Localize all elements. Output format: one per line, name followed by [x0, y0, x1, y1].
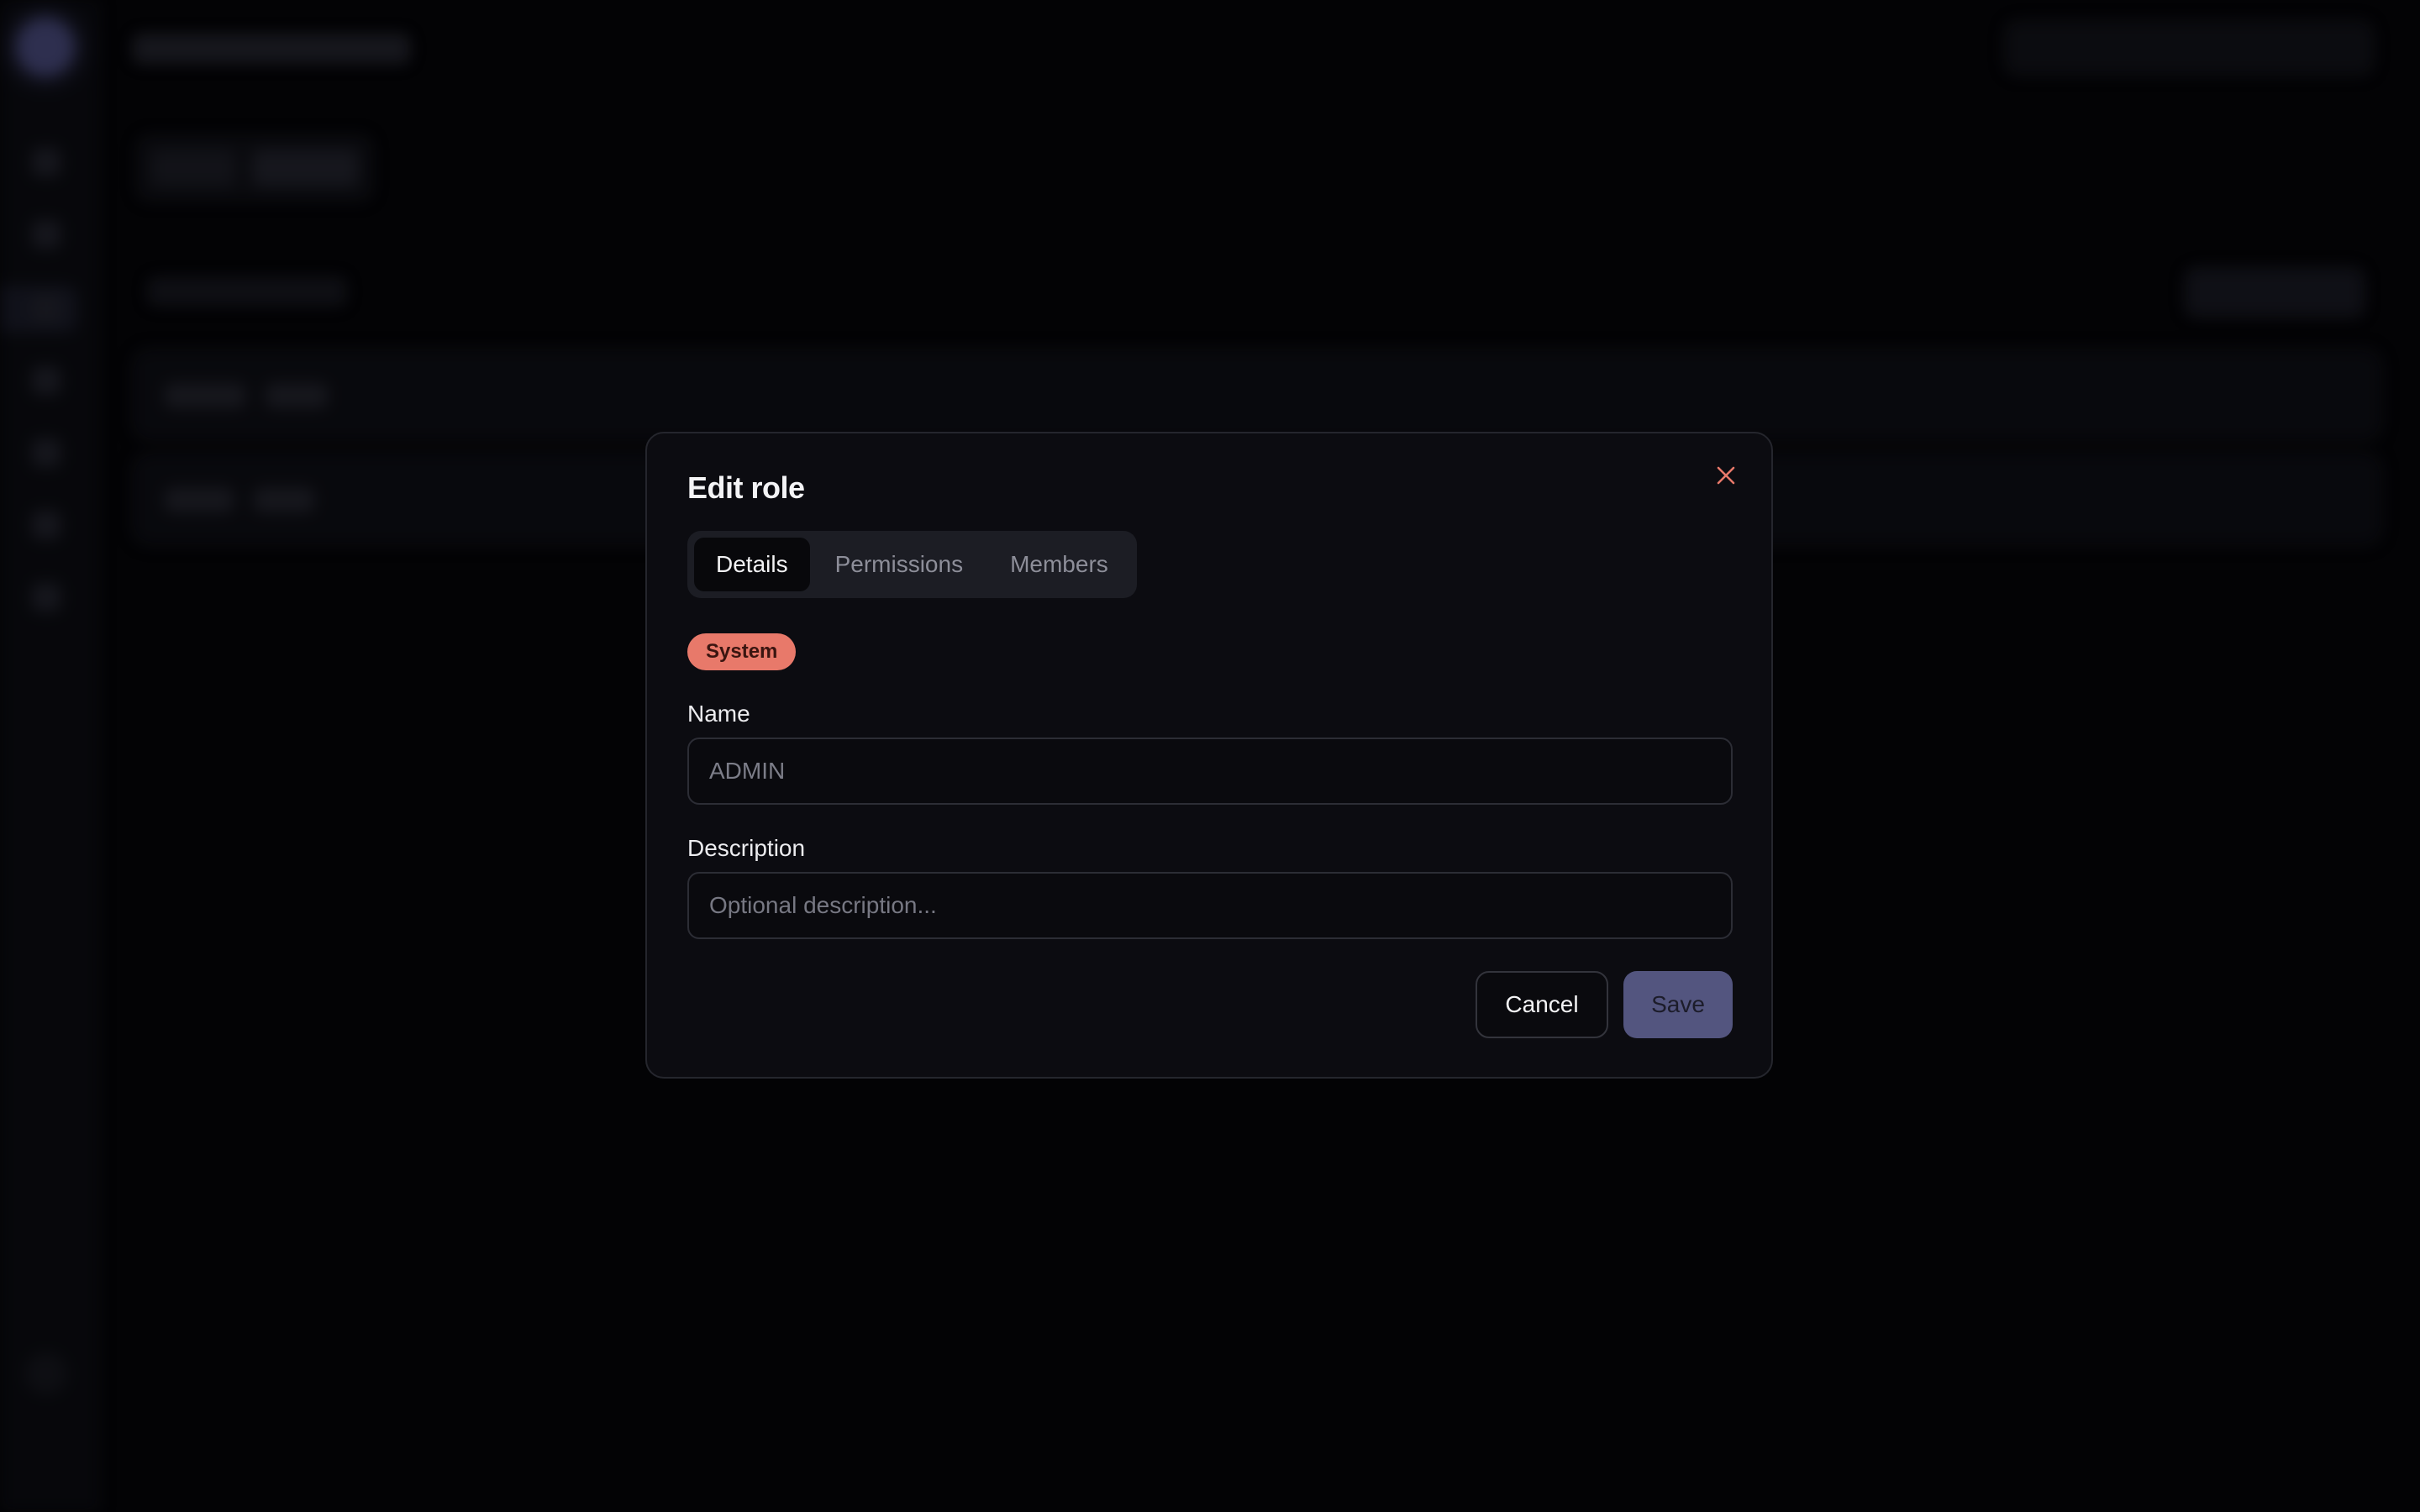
sidebar-icon	[32, 438, 60, 467]
edit-role-dialog: Edit role Details Permissions Members Sy…	[645, 432, 1773, 1079]
close-icon	[1717, 466, 1735, 485]
dialog-tabs: Details Permissions Members	[687, 531, 1137, 598]
tab-members[interactable]: Members	[988, 538, 1130, 591]
page-title	[133, 34, 410, 64]
sidebar	[0, 0, 100, 1512]
sidebar-icon	[32, 366, 60, 395]
row-chip	[165, 487, 234, 512]
sidebar-icon	[32, 148, 60, 176]
background-tab	[151, 150, 235, 186]
system-badge: System	[687, 633, 797, 670]
row-chip	[266, 383, 328, 408]
name-label: Name	[687, 701, 750, 727]
tab-permissions[interactable]: Permissions	[813, 538, 985, 591]
app-root: Edit role Details Permissions Members Sy…	[0, 0, 2420, 1512]
background-filter	[148, 277, 346, 306]
app-logo	[17, 18, 74, 76]
sidebar-icon	[32, 583, 60, 612]
cancel-button[interactable]: Cancel	[1476, 971, 1608, 1038]
save-button[interactable]: Save	[1623, 971, 1733, 1038]
name-field[interactable]	[687, 738, 1733, 805]
table-row	[131, 348, 2383, 442]
avatar	[25, 1352, 67, 1394]
background-create-button	[2185, 267, 2365, 318]
dialog-title: Edit role	[687, 470, 805, 505]
description-field[interactable]	[687, 872, 1733, 939]
search-box	[2004, 20, 2374, 76]
sidebar-icon	[32, 220, 60, 249]
tab-details[interactable]: Details	[694, 538, 810, 591]
sidebar-icon	[32, 511, 60, 539]
description-label: Description	[687, 835, 806, 861]
sidebar-icon	[32, 294, 60, 323]
background-tab	[252, 150, 358, 186]
row-chip	[254, 487, 314, 512]
row-chip	[165, 383, 245, 408]
close-button[interactable]	[1709, 459, 1743, 492]
